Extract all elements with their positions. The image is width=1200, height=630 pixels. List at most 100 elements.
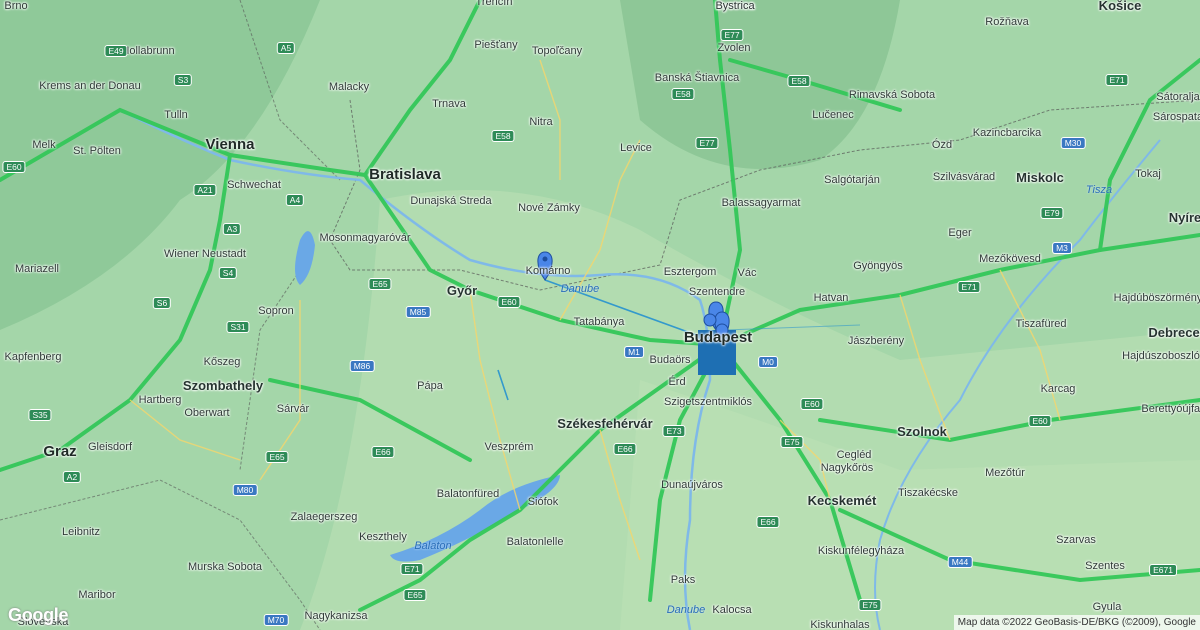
town-label-balatonfured[interactable]: Balatonfüred [437,488,499,500]
town-label-levice[interactable]: Levice [620,142,652,154]
town-label-tiszakecske[interactable]: Tiszakécske [898,487,958,499]
town-label-hajduszoboszlo[interactable]: Hajdúszoboszló [1122,350,1200,362]
town-label-sarvar[interactable]: Sárvár [277,403,309,415]
town-label-mariazell[interactable]: Mariazell [15,263,59,275]
city-label-budapest[interactable]: Budapest [684,330,752,345]
town-label-gleisdorf[interactable]: Gleisdorf [88,441,132,453]
town-label-koszeg[interactable]: Kőszeg [204,356,241,368]
town-label-tiszafured[interactable]: Tiszafüred [1016,318,1067,330]
town-label-eger[interactable]: Eger [948,227,971,239]
town-label-paks[interactable]: Paks [671,574,695,586]
town-label-papa[interactable]: Pápa [417,380,443,392]
town-label-satoralja[interactable]: Sátoralja [1156,91,1199,103]
town-label-szilvasvarad[interactable]: Szilvásvárad [933,171,995,183]
town-label-maribor[interactable]: Maribor [78,589,115,601]
town-label-tatabanya[interactable]: Tatabánya [574,316,625,328]
town-label-berettyo[interactable]: Berettyóújfal [1141,403,1200,415]
city-label-bratislava[interactable]: Bratislava [369,167,441,182]
town-label-komarno[interactable]: Komárno [526,265,571,277]
town-label-dunajska[interactable]: Dunajská Streda [410,195,491,207]
town-label-mezotur[interactable]: Mezőtúr [985,467,1025,479]
town-label-szigetszentmiklos[interactable]: Szigetszentmiklós [664,396,752,408]
town-label-balatonlelle[interactable]: Balatonlelle [507,536,564,548]
city-label-kecskemet[interactable]: Kecskemét [808,494,877,507]
town-label-topolcany[interactable]: Topoľčany [532,45,582,57]
city-label-debrecen[interactable]: Debrecen [1148,326,1200,339]
water-label-danube2[interactable]: Danube [667,604,706,616]
town-label-hartberg[interactable]: Hartberg [139,394,182,406]
city-label-gyor[interactable]: Győr [447,284,477,297]
town-label-lucenec[interactable]: Lučenec [812,109,854,121]
town-label-hajduboszormeny[interactable]: Hajdúböszörmény [1114,292,1200,304]
map-view[interactable]: Vienna Bratislava Budapest Graz Győr Székesfe… [0,0,1200,630]
town-label-schwechat[interactable]: Schwechat [227,179,281,191]
town-label-mosonmagyarovar[interactable]: Mosonmagyaróvár [319,232,410,244]
city-label-nyire[interactable]: Nyíre [1169,211,1200,224]
town-label-roznava[interactable]: Rožňava [985,16,1028,28]
town-label-ozd[interactable]: Ózd [932,139,952,151]
town-label-sarospata[interactable]: Sárospata [1153,111,1200,123]
town-label-brno[interactable]: Brno [4,0,27,12]
town-label-budaors[interactable]: Budaörs [650,354,691,366]
town-label-zvolen[interactable]: Zvolen [717,42,750,54]
town-label-stiavnica[interactable]: Banská Štiavnica [655,72,739,84]
town-label-trencin[interactable]: Trenčín [476,0,513,8]
town-label-vac[interactable]: Vác [738,267,757,279]
city-label-miskolc[interactable]: Miskolc [1016,171,1064,184]
town-label-kazincbarcika[interactable]: Kazincbarcika [973,127,1041,139]
town-label-veszprem[interactable]: Veszprém [485,441,534,453]
town-label-novezamky[interactable]: Nové Zámky [518,202,580,214]
town-label-piestany[interactable]: Piešťany [474,39,517,51]
town-label-jaszbereny[interactable]: Jászberény [848,335,904,347]
city-label-kosice[interactable]: Košice [1099,0,1142,12]
town-label-wienerneustadt[interactable]: Wiener Neustadt [164,248,246,260]
town-label-szarvas[interactable]: Szarvas [1056,534,1096,546]
city-label-szekesfehervar[interactable]: Székesfehérvár [557,417,652,430]
town-label-szentendre[interactable]: Szentendre [689,286,745,298]
town-label-sopron[interactable]: Sopron [258,305,293,317]
town-label-trnava[interactable]: Trnava [432,98,466,110]
town-label-oberwart[interactable]: Oberwart [184,407,229,419]
town-label-zalaegerszeg[interactable]: Zalaegerszeg [291,511,358,523]
town-label-kapfenberg[interactable]: Kapfenberg [5,351,62,363]
town-label-nagykoros[interactable]: Nagykőrös [821,462,874,474]
water-label-tisza[interactable]: Tisza [1086,184,1112,196]
city-label-szolnok[interactable]: Szolnok [897,425,947,438]
city-label-szombathely[interactable]: Szombathely [183,379,263,392]
town-label-hatvan[interactable]: Hatvan [814,292,849,304]
town-label-cegled[interactable]: Cegléd [837,449,872,461]
town-label-murska[interactable]: Murska Sobota [188,561,262,573]
town-label-leibnitz[interactable]: Leibnitz [62,526,100,538]
town-label-tokaj[interactable]: Tokaj [1135,168,1161,180]
city-label-graz[interactable]: Graz [43,444,76,459]
water-label-balaton[interactable]: Balaton [414,540,451,552]
water-label-danube1[interactable]: Danube [561,283,600,295]
town-label-melk[interactable]: Melk [32,139,55,151]
map-attribution[interactable]: Map data ©2022 GeoBasis-DE/BKG (©2009), … [953,615,1200,630]
town-label-tulln[interactable]: Tulln [164,109,187,121]
town-label-malacky[interactable]: Malacky [329,81,369,93]
town-label-stpolten[interactable]: St. Pölten [73,145,121,157]
town-label-gyula[interactable]: Gyula [1093,601,1122,613]
town-label-dunaujvaros[interactable]: Dunaújváros [661,479,723,491]
town-label-bystrica2[interactable]: Bystrica [715,0,754,12]
town-label-mezokovesd[interactable]: Mezőkövesd [979,253,1041,265]
town-label-siofok[interactable]: Siófok [528,496,559,508]
town-label-gyongyos[interactable]: Gyöngyös [853,260,903,272]
town-label-szentes[interactable]: Szentes [1085,560,1125,572]
town-label-rimavska[interactable]: Rimavská Sobota [849,89,935,101]
town-label-kiskunhalas[interactable]: Kiskunhalas [810,619,869,630]
town-label-karcag[interactable]: Karcag [1041,383,1076,395]
town-label-erd[interactable]: Érd [668,376,685,388]
town-label-salgotarjan[interactable]: Salgótarján [824,174,880,186]
town-label-balassagyarmat[interactable]: Balassagyarmat [722,197,801,209]
town-label-kiskunfelegyhaza[interactable]: Kiskunfélegyháza [818,545,904,557]
town-label-keszthely[interactable]: Keszthely [359,531,407,543]
town-label-nitra[interactable]: Nitra [529,116,552,128]
town-label-kalocsa[interactable]: Kalocsa [712,604,751,616]
city-label-vienna[interactable]: Vienna [206,137,255,152]
town-label-hollabrunn[interactable]: Hollabrunn [121,45,174,57]
town-label-nagykanizsa[interactable]: Nagykanizsa [305,610,368,622]
town-label-krems[interactable]: Krems an der Donau [39,80,141,92]
town-label-esztergom[interactable]: Esztergom [664,266,717,278]
